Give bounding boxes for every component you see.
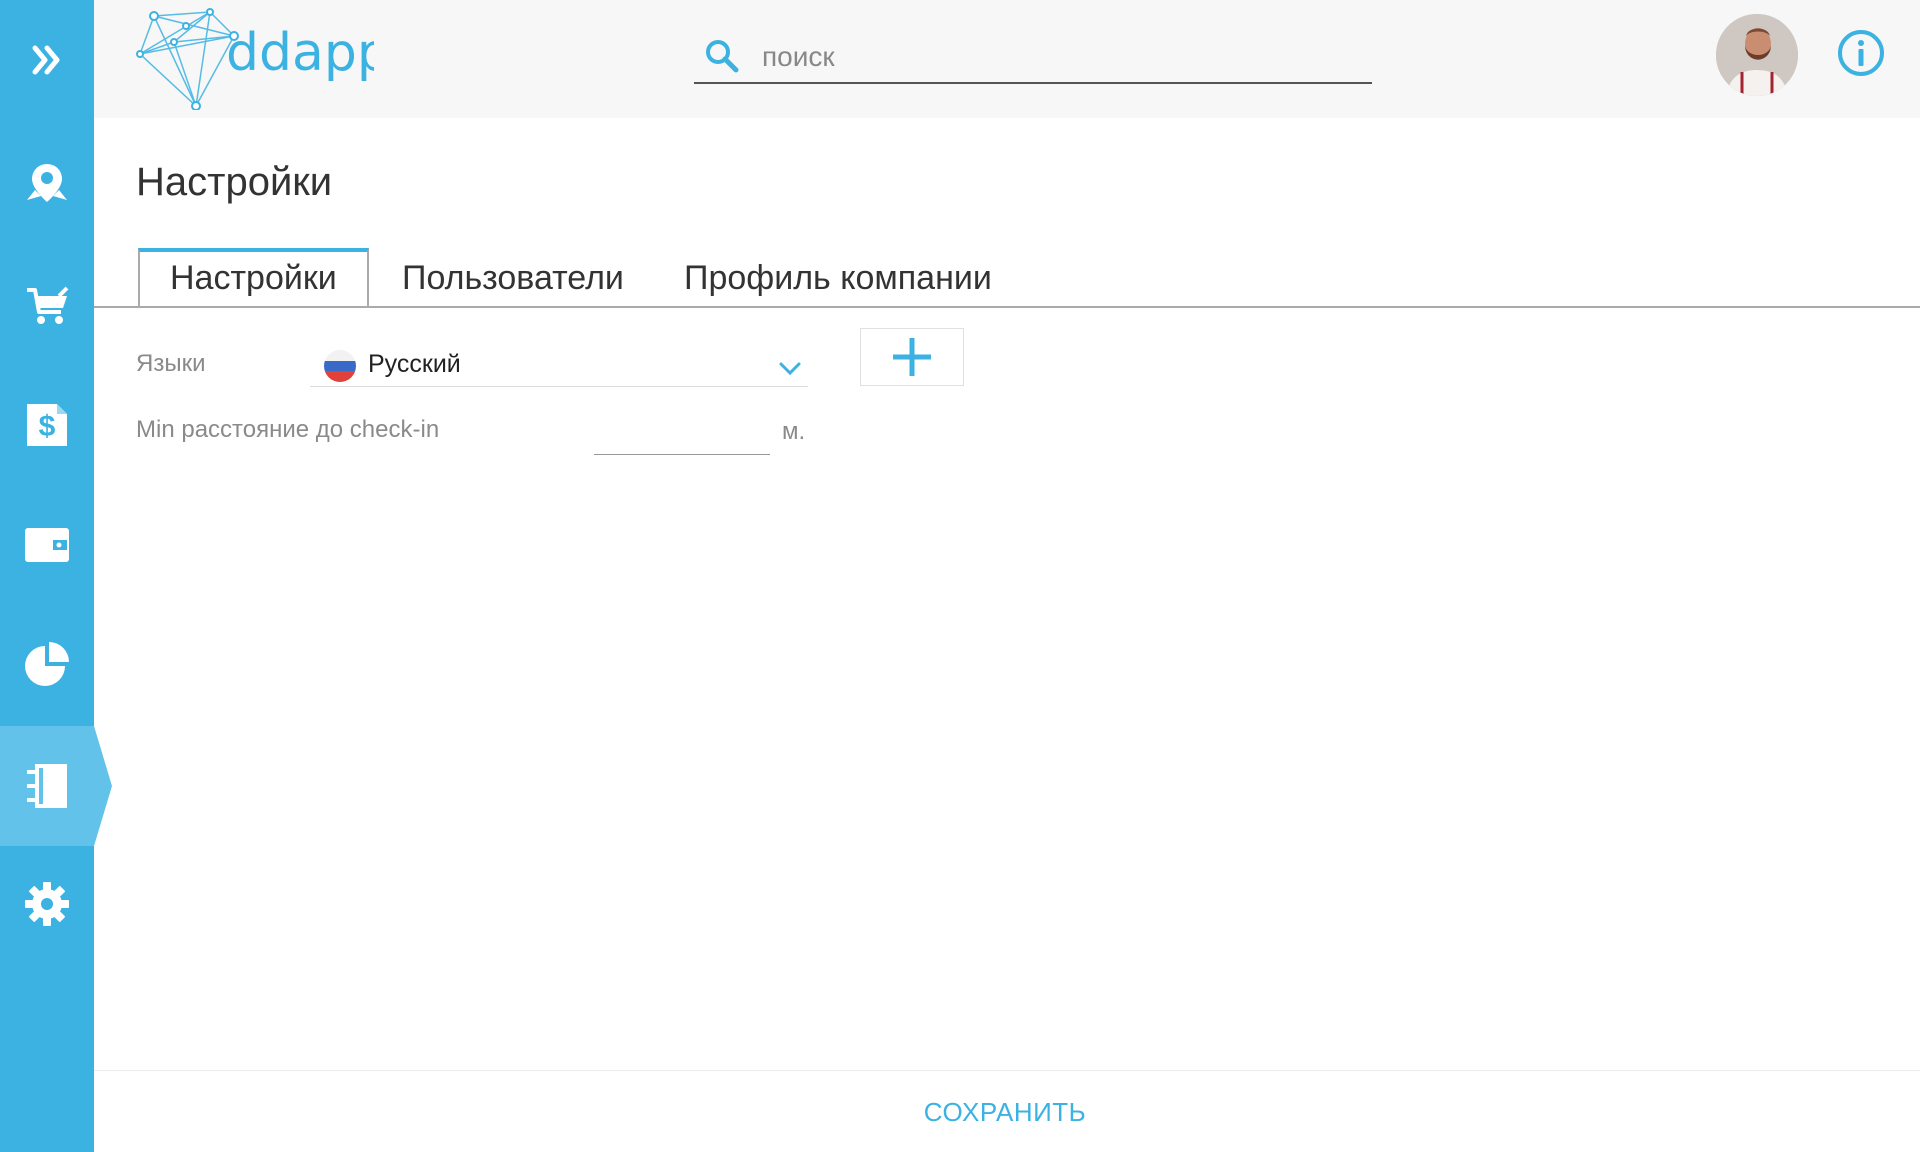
russia-flag-icon	[324, 350, 356, 382]
tab-settings[interactable]: Настройки	[138, 248, 369, 306]
tab-company-profile[interactable]: Профиль компании	[654, 252, 1022, 306]
language-select-value: Русский	[368, 350, 461, 378]
map-pin-icon	[27, 164, 67, 202]
tab-users[interactable]: Пользователи	[372, 252, 654, 306]
sidebar-item-invoices[interactable]: $	[0, 364, 94, 484]
language-select[interactable]: Русский	[310, 344, 808, 387]
gear-icon	[25, 882, 69, 926]
sidebar-item-settings[interactable]	[0, 844, 94, 964]
sidebar-expand-button[interactable]	[0, 0, 94, 120]
min-distance-input[interactable]	[594, 412, 770, 455]
min-distance-label: Min расстояние до check-in	[136, 416, 440, 443]
page-title: Настройки	[136, 160, 333, 204]
plus-icon	[893, 338, 931, 376]
footer-divider	[94, 1070, 1920, 1071]
add-language-button[interactable]	[860, 328, 964, 386]
search-icon[interactable]	[702, 36, 742, 76]
wallet-icon	[25, 528, 69, 562]
notebook-icon	[27, 764, 67, 808]
search-bar	[694, 32, 1372, 84]
sidebar-item-documents[interactable]	[0, 726, 112, 846]
sidebar-item-reports[interactable]	[0, 604, 94, 724]
tab-bar: Настройки Пользователи Профиль компании	[94, 248, 1920, 308]
user-avatar-image	[1716, 14, 1798, 96]
avatar[interactable]	[1716, 14, 1798, 96]
shopping-cart-icon	[27, 286, 69, 324]
languages-label: Языки	[136, 350, 206, 377]
header: ddapp	[94, 0, 1920, 118]
min-distance-unit: м.	[782, 418, 806, 445]
search-input[interactable]	[760, 38, 1354, 76]
save-button[interactable]: СОХРАНИТЬ	[900, 1090, 1110, 1134]
pie-chart-icon	[25, 642, 69, 686]
dollar-document-icon: $	[27, 404, 67, 446]
double-chevron-right-icon	[32, 45, 60, 75]
app-logo[interactable]: ddapp	[134, 6, 374, 110]
info-icon[interactable]	[1836, 28, 1886, 78]
sidebar: $	[0, 0, 112, 1152]
chevron-down-icon	[779, 362, 801, 376]
sidebar-item-locations[interactable]	[0, 124, 94, 244]
svg-text:$: $	[39, 410, 56, 443]
sidebar-item-orders[interactable]	[0, 244, 94, 364]
svg-text:ddapp: ddapp	[226, 23, 374, 83]
sidebar-item-wallet[interactable]	[0, 484, 94, 604]
